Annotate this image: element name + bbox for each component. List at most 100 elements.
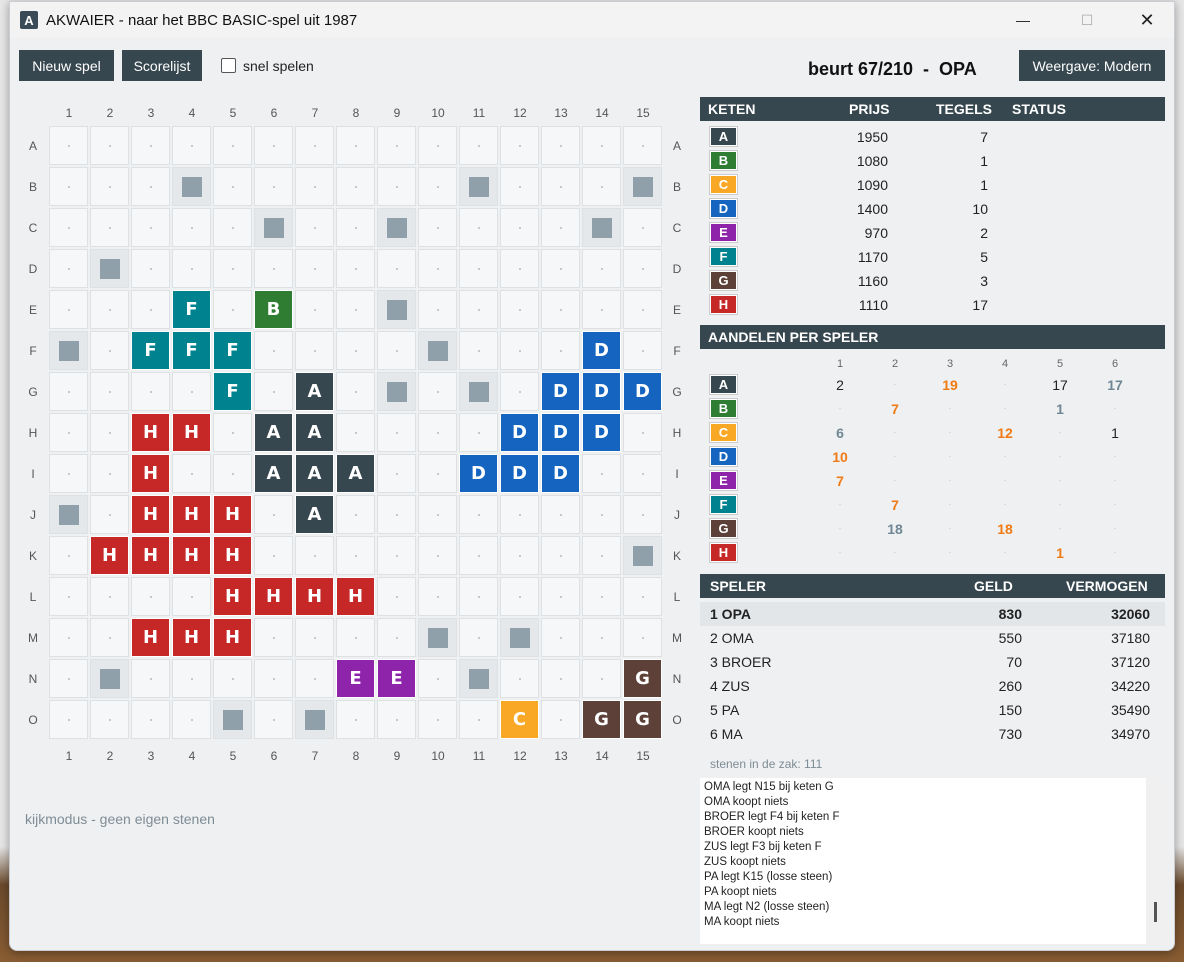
- board-cell-empty[interactable]: [500, 290, 539, 329]
- board-cell-empty[interactable]: [172, 208, 211, 247]
- board-cell-empty[interactable]: [459, 618, 498, 657]
- board-cell-empty[interactable]: [541, 700, 580, 739]
- board-cell-loose-tile[interactable]: [377, 208, 416, 247]
- board-cell-empty[interactable]: [172, 454, 211, 493]
- board-cell-empty[interactable]: [500, 495, 539, 534]
- board-cell-empty[interactable]: [582, 126, 621, 165]
- board-cell-empty[interactable]: [623, 495, 662, 534]
- board-cell-empty[interactable]: [377, 126, 416, 165]
- board-cell-empty[interactable]: [623, 454, 662, 493]
- board-cell-empty[interactable]: [131, 577, 170, 616]
- board-cell-empty[interactable]: [541, 167, 580, 206]
- board-cell-chain-H[interactable]: H: [213, 577, 252, 616]
- board-cell-empty[interactable]: [623, 290, 662, 329]
- board-cell-empty[interactable]: [336, 249, 375, 288]
- board-cell-empty[interactable]: [90, 167, 129, 206]
- board-cell-empty[interactable]: [500, 331, 539, 370]
- board-cell-empty[interactable]: [213, 167, 252, 206]
- board-cell-empty[interactable]: [295, 249, 334, 288]
- board-cell-loose-tile[interactable]: [49, 331, 88, 370]
- board-cell-empty[interactable]: [418, 208, 457, 247]
- board-cell-empty[interactable]: [295, 618, 334, 657]
- board-cell-chain-H[interactable]: H: [295, 577, 334, 616]
- board-cell-empty[interactable]: [459, 413, 498, 452]
- board-cell-empty[interactable]: [90, 208, 129, 247]
- board-cell-loose-tile[interactable]: [623, 536, 662, 575]
- board-cell-empty[interactable]: [254, 536, 293, 575]
- board-cell-loose-tile[interactable]: [90, 249, 129, 288]
- board-cell-loose-tile[interactable]: [295, 700, 334, 739]
- board-cell-chain-H[interactable]: H: [336, 577, 375, 616]
- board-cell-chain-H[interactable]: H: [131, 454, 170, 493]
- board-cell-chain-A[interactable]: A: [295, 413, 334, 452]
- board-cell-chain-D[interactable]: D: [623, 372, 662, 411]
- board-cell-empty[interactable]: [254, 618, 293, 657]
- board-cell-empty[interactable]: [418, 536, 457, 575]
- board-cell-empty[interactable]: [377, 413, 416, 452]
- board-cell-empty[interactable]: [336, 208, 375, 247]
- board-cell-empty[interactable]: [418, 700, 457, 739]
- board-cell-empty[interactable]: [49, 536, 88, 575]
- board-cell-loose-tile[interactable]: [49, 495, 88, 534]
- board-cell-loose-tile[interactable]: [377, 372, 416, 411]
- board-cell-loose-tile[interactable]: [418, 331, 457, 370]
- board-cell-empty[interactable]: [213, 126, 252, 165]
- board-cell-empty[interactable]: [336, 331, 375, 370]
- board-cell-loose-tile[interactable]: [213, 700, 252, 739]
- board-cell-empty[interactable]: [500, 536, 539, 575]
- board-cell-empty[interactable]: [377, 331, 416, 370]
- board-cell-empty[interactable]: [172, 372, 211, 411]
- board-cell-empty[interactable]: [500, 249, 539, 288]
- board-cell-empty[interactable]: [90, 700, 129, 739]
- board-cell-empty[interactable]: [49, 372, 88, 411]
- board-cell-empty[interactable]: [90, 618, 129, 657]
- board-cell-empty[interactable]: [582, 290, 621, 329]
- board-cell-empty[interactable]: [582, 659, 621, 698]
- board-cell-empty[interactable]: [582, 577, 621, 616]
- board-cell-empty[interactable]: [254, 249, 293, 288]
- board-cell-empty[interactable]: [582, 454, 621, 493]
- board-cell-chain-A[interactable]: A: [295, 454, 334, 493]
- board-cell-empty[interactable]: [90, 331, 129, 370]
- board-cell-chain-H[interactable]: H: [172, 536, 211, 575]
- view-mode-button[interactable]: Weergave: Modern: [1019, 50, 1165, 81]
- board-cell-loose-tile[interactable]: [254, 208, 293, 247]
- board-cell-empty[interactable]: [172, 577, 211, 616]
- board-cell-empty[interactable]: [500, 208, 539, 247]
- board-cell-empty[interactable]: [418, 454, 457, 493]
- board-cell-empty[interactable]: [49, 413, 88, 452]
- board-cell-empty[interactable]: [90, 372, 129, 411]
- board-cell-empty[interactable]: [582, 495, 621, 534]
- minimize-icon[interactable]: —: [1000, 2, 1046, 38]
- board-cell-empty[interactable]: [49, 249, 88, 288]
- board-cell-chain-F[interactable]: F: [172, 331, 211, 370]
- board-cell-empty[interactable]: [377, 249, 416, 288]
- board-cell-empty[interactable]: [49, 126, 88, 165]
- board-cell-empty[interactable]: [377, 536, 416, 575]
- board-cell-chain-A[interactable]: A: [254, 454, 293, 493]
- board-cell-empty[interactable]: [131, 126, 170, 165]
- board-cell-empty[interactable]: [254, 167, 293, 206]
- board-cell-chain-D[interactable]: D: [582, 372, 621, 411]
- board-cell-empty[interactable]: [418, 577, 457, 616]
- board-cell-empty[interactable]: [172, 126, 211, 165]
- board-cell-empty[interactable]: [295, 536, 334, 575]
- board-cell-chain-G[interactable]: G: [582, 700, 621, 739]
- board-cell-empty[interactable]: [172, 249, 211, 288]
- board-cell-empty[interactable]: [336, 618, 375, 657]
- board-cell-chain-G[interactable]: G: [623, 659, 662, 698]
- board-cell-empty[interactable]: [295, 290, 334, 329]
- board-cell-empty[interactable]: [131, 700, 170, 739]
- board-cell-empty[interactable]: [90, 290, 129, 329]
- board-cell-empty[interactable]: [49, 208, 88, 247]
- board-cell-chain-H[interactable]: H: [254, 577, 293, 616]
- board-cell-empty[interactable]: [459, 249, 498, 288]
- board-cell-chain-F[interactable]: F: [131, 331, 170, 370]
- board-cell-chain-G[interactable]: G: [623, 700, 662, 739]
- board-cell-empty[interactable]: [459, 126, 498, 165]
- board-cell-chain-H[interactable]: H: [213, 618, 252, 657]
- board-cell-chain-A[interactable]: A: [295, 495, 334, 534]
- board-cell-empty[interactable]: [336, 290, 375, 329]
- board-cell-empty[interactable]: [623, 331, 662, 370]
- board-cell-loose-tile[interactable]: [459, 372, 498, 411]
